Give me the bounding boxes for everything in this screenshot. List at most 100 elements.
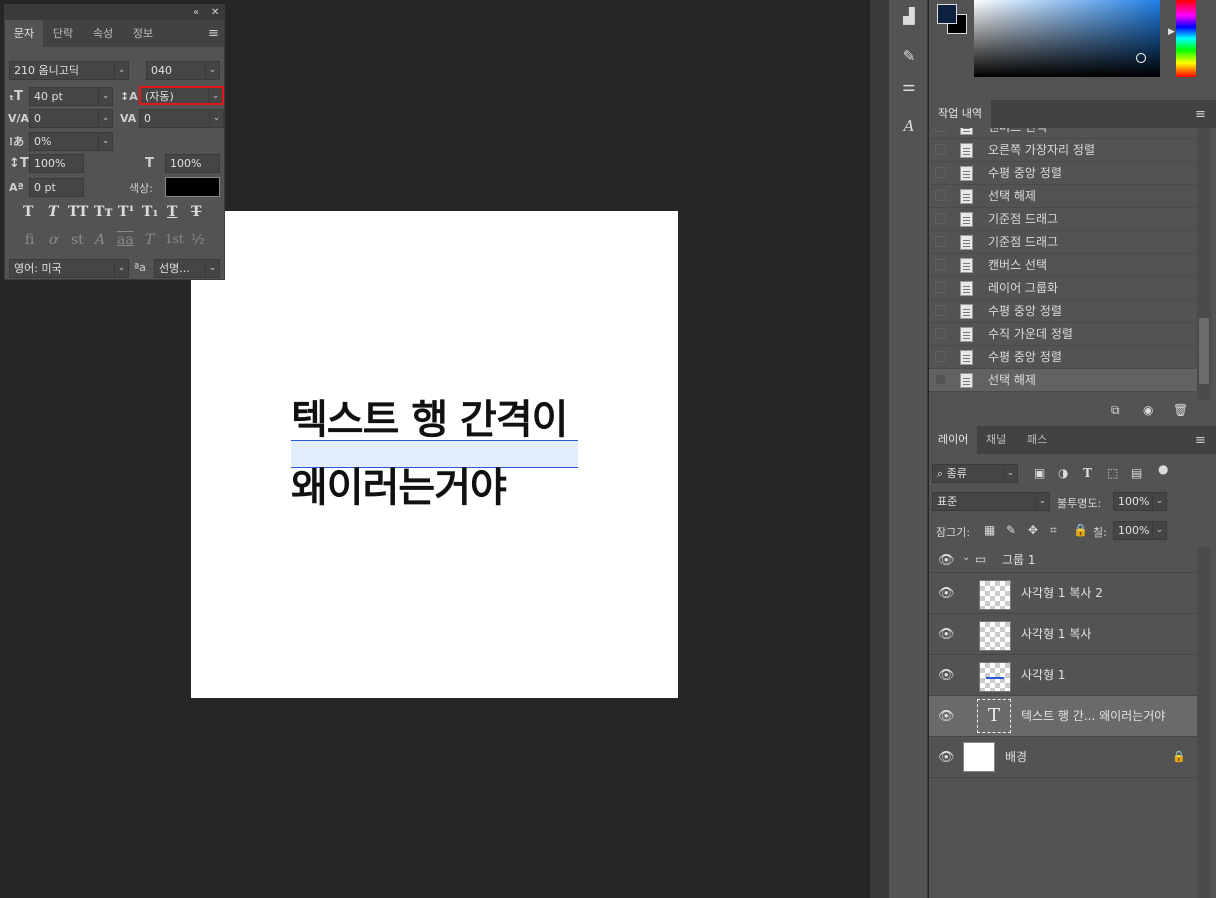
font-size-input[interactable]: 40 pt ⌄ [29, 87, 113, 106]
new-document-from-state-icon[interactable]: ⧉ [1111, 403, 1120, 418]
history-snapshot-checkbox[interactable] [935, 144, 946, 155]
panel-menu-icon[interactable]: ≡ [208, 26, 219, 41]
hue-slider-arrow-icon[interactable]: ▶ [1168, 27, 1175, 37]
history-snapshot-checkbox[interactable] [935, 213, 946, 224]
visibility-eye-icon[interactable]: 👁 [938, 627, 955, 642]
panel-menu-icon[interactable]: ≡ [1195, 107, 1206, 122]
layer-row-selected[interactable]: 👁 T 텍스트 행 간... 왜이러는거야 [929, 696, 1197, 737]
fractions-button[interactable]: ½ [191, 232, 205, 248]
history-scrollbar-thumb[interactable] [1199, 318, 1209, 384]
layer-filter-select[interactable]: ⌕ 종류 ⌄ [932, 464, 1018, 483]
history-item[interactable]: 기준점 드래그 [929, 231, 1197, 254]
layer-row[interactable]: 👁 사각형 1 [929, 655, 1197, 696]
small-caps-button[interactable]: Tт [94, 204, 113, 220]
tab-paths[interactable]: 패스 [1018, 426, 1056, 454]
titling-alternates-button[interactable]: T [145, 232, 154, 248]
opacity-input[interactable]: 100% ⌄ [1113, 492, 1167, 511]
history-item[interactable]: 기준점 드래그 [929, 208, 1197, 231]
chevron-down-icon[interactable]: ⌄ [962, 552, 970, 563]
lock-artboard-icon[interactable]: ⌗ [1050, 523, 1057, 538]
visibility-eye-icon[interactable]: 👁 [938, 750, 955, 765]
horizontal-scale-input[interactable]: 100% [165, 154, 220, 173]
history-item[interactable]: 수평 중앙 정렬 [929, 300, 1197, 323]
camera-icon[interactable]: ◉ [1143, 403, 1153, 417]
tab-channels[interactable]: 채널 [977, 426, 1015, 454]
history-item[interactable]: 선택 해제 [929, 369, 1197, 392]
text-color-swatch[interactable] [165, 177, 220, 197]
lock-pixels-icon[interactable]: ✎ [1006, 523, 1016, 537]
lock-position-icon[interactable]: ✥ [1028, 523, 1038, 537]
font-style-select[interactable]: 040 ⌄ [146, 61, 220, 80]
filter-toggle-icon[interactable]: ● [1158, 462, 1168, 476]
layer-row[interactable]: 👁 사각형 1 복사 [929, 614, 1197, 655]
tab-history[interactable]: 작업 내역 [929, 100, 991, 128]
histogram-icon[interactable]: ▟ [897, 4, 921, 28]
lock-all-icon[interactable]: 🔒 [1073, 523, 1088, 537]
type-layer-filter-icon[interactable]: T [1083, 466, 1092, 480]
stylistic-alternates-button[interactable]: aa [117, 232, 134, 248]
history-item[interactable]: 수직 가운데 정렬 [929, 323, 1197, 346]
tab-info[interactable]: 정보 [123, 20, 163, 47]
blend-mode-select[interactable]: 표준 ⌄ [932, 492, 1050, 511]
ligatures-button[interactable]: fi [25, 232, 34, 248]
pixel-layer-filter-icon[interactable]: ▣ [1034, 466, 1045, 480]
history-item[interactable]: 수평 중앙 정렬 [929, 346, 1197, 369]
color-picker-cursor[interactable] [1136, 53, 1146, 63]
adjustments-icon[interactable]: ⚌ [897, 74, 921, 98]
history-snapshot-checkbox[interactable] [935, 236, 946, 247]
faux-italic-button[interactable]: T [48, 204, 58, 220]
trash-icon[interactable]: 🗑 [1173, 403, 1188, 417]
lock-transparent-icon[interactable]: ▦ [984, 523, 995, 537]
panel-menu-icon[interactable]: ≡ [1195, 433, 1206, 448]
discretionary-ligatures-button[interactable]: ơ [49, 232, 57, 248]
canvas-text-line-2[interactable]: 왜이러는거야 [291, 465, 507, 511]
visibility-eye-icon[interactable]: 👁 [938, 553, 955, 568]
history-item[interactable]: 캔버스 선택 [929, 254, 1197, 277]
baseline-shift-input[interactable]: 0 pt [29, 178, 84, 197]
history-item[interactable]: 레이어 그룹화 [929, 277, 1197, 300]
tsume-input[interactable]: 0% ⌄ [29, 132, 113, 151]
all-caps-button[interactable]: TT [68, 204, 88, 220]
subscript-button[interactable]: T₁ [142, 204, 159, 220]
history-snapshot-checkbox[interactable] [935, 282, 946, 293]
color-field[interactable] [974, 0, 1160, 77]
tab-properties[interactable]: 속성 [83, 20, 123, 47]
font-family-select[interactable]: 210 옴니고딕 ⌄ [9, 61, 129, 80]
brush-settings-icon[interactable]: ✎ [897, 44, 921, 68]
history-snapshot-checkbox[interactable] [935, 328, 946, 339]
history-snapshot-checkbox[interactable] [935, 374, 946, 385]
history-snapshot-checkbox[interactable] [935, 305, 946, 316]
history-item[interactable]: 캔버스 선택 [929, 128, 1197, 139]
antialias-select[interactable]: 선명... ⌄ [154, 259, 220, 278]
hue-slider[interactable] [1176, 0, 1196, 77]
history-snapshot-checkbox[interactable] [935, 190, 946, 201]
panel-title-bar[interactable]: « ✕ [5, 5, 224, 20]
shape-layer-filter-icon[interactable]: ⬚ [1107, 466, 1118, 480]
history-snapshot-checkbox[interactable] [935, 167, 946, 178]
smart-object-filter-icon[interactable]: ▤ [1131, 466, 1142, 480]
history-item[interactable]: 오른쪽 가장자리 정렬 [929, 139, 1197, 162]
visibility-eye-icon[interactable]: 👁 [938, 586, 955, 601]
tracking-input[interactable]: 0 ⌄ [139, 109, 224, 128]
close-icon[interactable]: ✕ [211, 5, 219, 20]
tab-paragraph[interactable]: 단락 [43, 20, 83, 47]
canvas-text-line-1[interactable]: 텍스트 행 간격이 [291, 397, 568, 443]
fill-input[interactable]: 100% ⌄ [1113, 521, 1167, 540]
underline-button[interactable]: T [167, 204, 177, 220]
contextual-alternates-button[interactable]: st [71, 232, 84, 248]
history-item[interactable]: 선택 해제 [929, 185, 1197, 208]
swash-button[interactable]: A [95, 232, 105, 248]
tab-character[interactable]: 문자 [5, 20, 43, 47]
layer-row[interactable]: 👁 배경 🔒 [929, 737, 1197, 778]
layer-row[interactable]: 👁 사각형 1 복사 2 [929, 573, 1197, 614]
layers-scrollbar[interactable] [1197, 547, 1211, 898]
character-panel-icon[interactable]: A [897, 114, 921, 138]
adjustment-layer-filter-icon[interactable]: ◑ [1058, 466, 1068, 480]
kerning-input[interactable]: 0 ⌄ [29, 109, 113, 128]
superscript-button[interactable]: T¹ [118, 204, 135, 220]
collapse-icon[interactable]: « [193, 5, 199, 20]
history-item[interactable]: 수평 중앙 정렬 [929, 162, 1197, 185]
leading-input[interactable]: (자동) ⌄ [139, 86, 224, 105]
ordinals-button[interactable]: 1st [165, 232, 184, 246]
visibility-eye-icon[interactable]: 👁 [938, 709, 955, 724]
